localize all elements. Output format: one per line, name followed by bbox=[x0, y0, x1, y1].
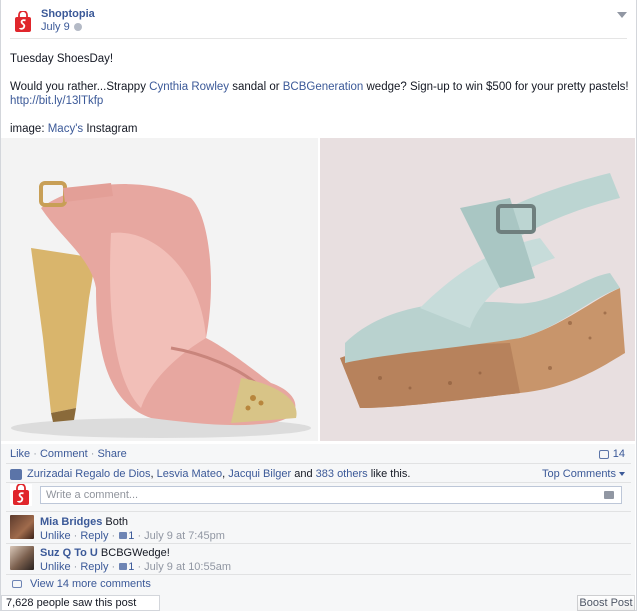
view-more-comments[interactable]: View 14 more comments bbox=[12, 578, 151, 590]
comment-author[interactable]: Mia Bridges bbox=[40, 516, 102, 528]
page-avatar[interactable] bbox=[12, 11, 34, 33]
caret-down-icon bbox=[619, 472, 625, 476]
view-more-label: View 14 more comments bbox=[30, 578, 151, 590]
commenter-avatar bbox=[10, 484, 32, 506]
avatar[interactable] bbox=[10, 515, 34, 539]
share-link[interactable]: Share bbox=[97, 448, 126, 460]
text-segment: wedge? Sign-up to win $500 for your pret… bbox=[363, 81, 629, 93]
comment-meta: Unlike · Reply · 1 · July 9 at 10:55am bbox=[40, 561, 232, 573]
image-credit: image: Macy's Instagram bbox=[10, 122, 630, 136]
comment-count[interactable]: 14 bbox=[598, 448, 625, 460]
likes-summary: Zurizadai Regalo de Dios, Lesvia Mateo, … bbox=[10, 468, 410, 480]
post-date[interactable]: July 9 bbox=[41, 21, 70, 33]
photo-mint-wedge[interactable] bbox=[320, 138, 635, 441]
likes-suffix: like this. bbox=[367, 468, 411, 480]
separator: and bbox=[291, 468, 316, 480]
comment-count-value: 14 bbox=[612, 448, 625, 460]
pink-sandal-image bbox=[1, 138, 318, 441]
comment-text: Both bbox=[105, 516, 129, 528]
like-link[interactable]: Like bbox=[10, 448, 30, 460]
like-icon bbox=[119, 532, 128, 539]
thumbs-up-icon bbox=[10, 468, 22, 480]
unlike-link[interactable]: Unlike bbox=[40, 530, 71, 542]
audience-icon[interactable] bbox=[73, 23, 82, 31]
divider bbox=[6, 511, 631, 512]
post-url-link[interactable]: http://bit.ly/13lTkfp bbox=[10, 95, 103, 107]
shopping-bag-icon bbox=[13, 484, 29, 505]
like-icon bbox=[119, 563, 128, 570]
text-segment: Would you rather...Strappy bbox=[10, 81, 150, 93]
comment-bubble-icon bbox=[12, 580, 22, 588]
liker-link[interactable]: Lesvia Mateo bbox=[157, 468, 222, 480]
comment-input[interactable] bbox=[40, 486, 622, 504]
credit-suffix: Instagram bbox=[83, 123, 138, 135]
others-link[interactable]: 383 others bbox=[316, 468, 368, 480]
comment-composer bbox=[10, 484, 622, 506]
comment-time[interactable]: July 9 at 10:55am bbox=[144, 561, 231, 573]
liker-link[interactable]: Zurizadai Regalo de Dios bbox=[27, 468, 151, 480]
divider bbox=[6, 482, 631, 483]
avatar[interactable] bbox=[10, 546, 34, 570]
reply-link[interactable]: Reply bbox=[80, 561, 108, 573]
reply-link[interactable]: Reply bbox=[80, 530, 108, 542]
photo-pink-sandal[interactable] bbox=[1, 138, 318, 441]
liker-link[interactable]: Jacqui Bilger bbox=[228, 468, 291, 480]
comment-meta: Unlike · Reply · 1 · July 9 at 7:45pm bbox=[40, 530, 225, 542]
divider bbox=[6, 574, 631, 575]
divider bbox=[10, 38, 627, 39]
text-segment: sandal or bbox=[229, 81, 283, 93]
camera-icon[interactable] bbox=[604, 491, 614, 499]
sort-label: Top Comments bbox=[542, 468, 616, 480]
comment-text: BCBGWedge! bbox=[100, 547, 170, 559]
chevron-down-icon[interactable] bbox=[617, 12, 627, 18]
top-comments-dropdown[interactable]: Top Comments bbox=[542, 468, 625, 480]
post-message: Tuesday ShoesDay! Would you rather...Str… bbox=[10, 52, 630, 150]
divider bbox=[6, 543, 631, 544]
cynthia-rowley-link[interactable]: Cynthia Rowley bbox=[149, 81, 229, 93]
boost-post-button[interactable]: Boost Post bbox=[577, 595, 635, 611]
post-header: Shoptopia July 9 bbox=[12, 8, 95, 34]
post-actions: Like · Comment · Share bbox=[10, 448, 127, 460]
unlike-link[interactable]: Unlike bbox=[40, 561, 71, 573]
comment-item: Mia Bridges Both Unlike · Reply · 1 · Ju… bbox=[10, 515, 225, 543]
comment-item: Suz Q To U BCBGWedge! Unlike · Reply · 1… bbox=[10, 546, 231, 574]
credit-label: image: bbox=[10, 123, 48, 135]
page-name[interactable]: Shoptopia bbox=[41, 8, 95, 21]
shopping-bag-icon bbox=[15, 11, 31, 32]
separator: · bbox=[30, 448, 40, 460]
macys-link[interactable]: Macy's bbox=[48, 123, 83, 135]
comment-bubble-icon bbox=[598, 449, 609, 459]
bcbgeneration-link[interactable]: BCBGeneration bbox=[283, 81, 364, 93]
divider bbox=[6, 463, 631, 464]
comment-link[interactable]: Comment bbox=[40, 448, 88, 460]
comment-input-wrap bbox=[32, 484, 622, 506]
post-photos bbox=[1, 138, 635, 441]
comment-time[interactable]: July 9 at 7:45pm bbox=[144, 530, 225, 542]
reach-count[interactable]: 7,628 people saw this post bbox=[1, 595, 160, 611]
mint-wedge-image bbox=[320, 138, 635, 441]
separator: · bbox=[87, 448, 98, 460]
post-line-2: Would you rather...Strappy Cynthia Rowle… bbox=[10, 80, 630, 108]
post-line-1: Tuesday ShoesDay! bbox=[10, 53, 114, 65]
comment-author[interactable]: Suz Q To U bbox=[40, 547, 98, 559]
